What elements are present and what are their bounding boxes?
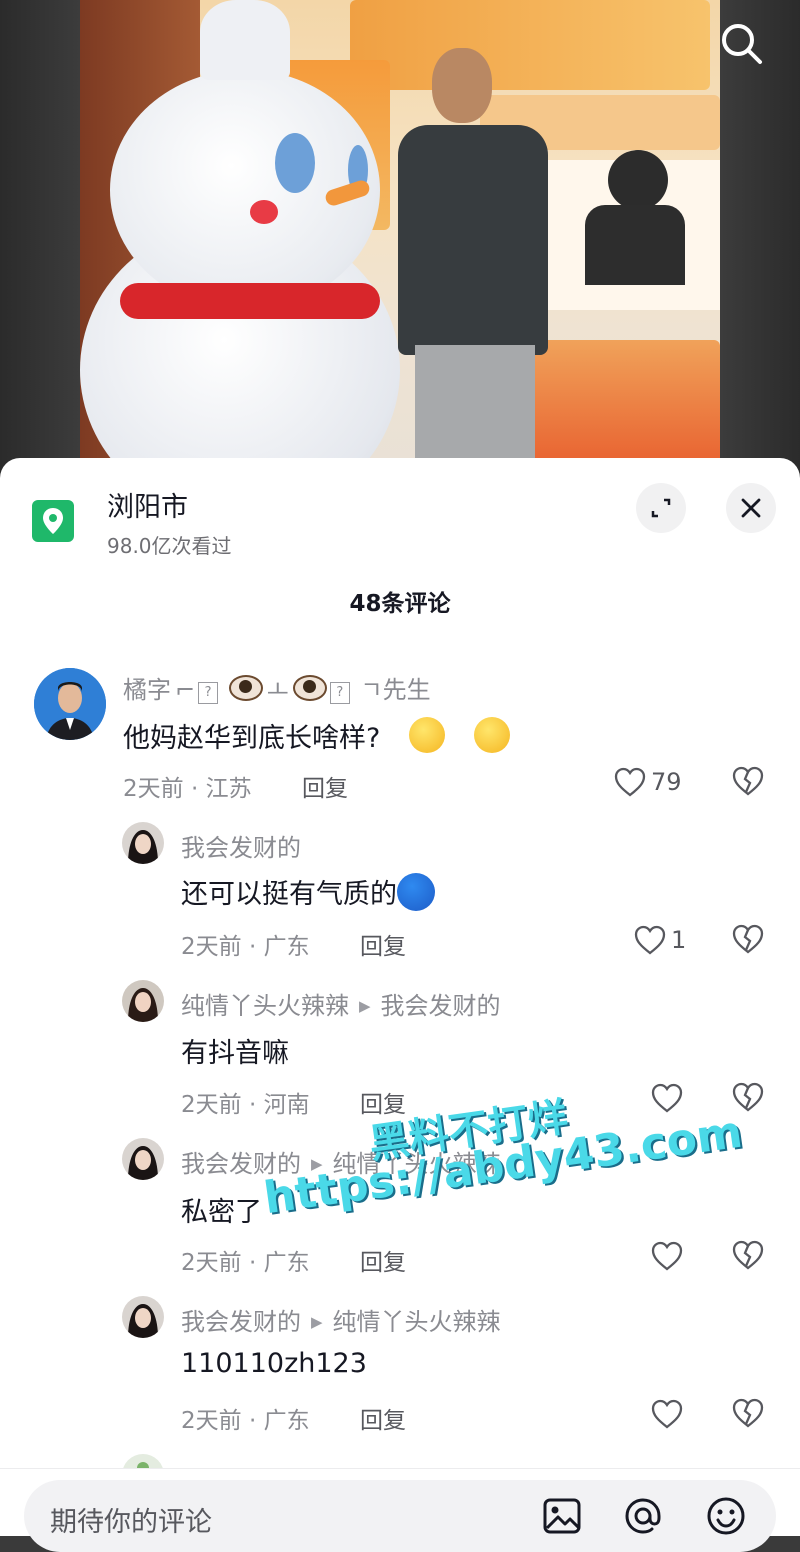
- search-icon: [722, 24, 762, 64]
- like-button[interactable]: [650, 1078, 684, 1118]
- broken-heart-icon: [732, 924, 764, 954]
- reply-author: 纯情丫头火辣辣: [181, 992, 349, 1020]
- comment-text: 他妈赵华到底长啥样?: [123, 716, 510, 755]
- snowman-cheek: [250, 200, 278, 224]
- eye-emoji-icon: [228, 675, 263, 701]
- reply-arrow-icon: ▶: [359, 997, 371, 1015]
- heart-icon: [651, 1399, 683, 1429]
- comment-text: 还可以挺有气质的: [181, 872, 435, 911]
- avatar[interactable]: [122, 822, 164, 864]
- expand-icon: [651, 498, 671, 518]
- heart-icon: [614, 767, 646, 797]
- avatar-photo: [122, 980, 164, 1022]
- comment-body: 他妈赵华到底长啥样?: [123, 723, 381, 754]
- comment-meta: 2天前 · 广东: [181, 934, 310, 960]
- avatar-photo: [122, 1296, 164, 1338]
- reply-target: 我会发财的: [380, 992, 501, 1020]
- video-background: [0, 0, 800, 480]
- close-icon: [741, 498, 761, 518]
- reply-button[interactable]: 回复: [360, 1243, 406, 1277]
- location-pin-icon: [43, 508, 63, 534]
- emoji-button[interactable]: [704, 1494, 748, 1538]
- at-icon: [625, 1498, 661, 1534]
- unknown-glyph: ?: [329, 682, 350, 704]
- snowman-antler: [200, 0, 290, 80]
- close-button[interactable]: [726, 483, 776, 533]
- eye-emoji-icon: [292, 675, 327, 701]
- unknown-glyph: ?: [198, 682, 219, 704]
- comment-username[interactable]: 橘字 ⌐? ㅗ? ㄱ先生: [123, 670, 431, 705]
- image-icon: [543, 1498, 581, 1534]
- search-button[interactable]: [716, 18, 768, 70]
- heart-icon: [651, 1083, 683, 1113]
- avatar[interactable]: [122, 1138, 164, 1180]
- reply-target: 纯情丫头火辣辣: [332, 1308, 501, 1336]
- shop-worker-head: [608, 150, 668, 210]
- shop-worker-body: [585, 205, 685, 285]
- emoji-icon: [707, 1497, 745, 1535]
- image-button[interactable]: [540, 1494, 584, 1538]
- drink-poster: [520, 340, 720, 470]
- dislike-button[interactable]: [731, 1397, 765, 1433]
- smirk-emoji-icon: [473, 717, 510, 753]
- person-torso: [398, 125, 548, 355]
- shop-poster: [350, 0, 710, 90]
- location-name[interactable]: 浏阳市: [107, 485, 188, 524]
- avatar-photo: [122, 822, 164, 864]
- box-glyph: ㄱ: [360, 676, 383, 704]
- comment-count: 48条评论: [349, 591, 451, 617]
- expand-button[interactable]: [636, 483, 686, 533]
- like-button[interactable]: 79: [613, 762, 682, 802]
- avatar[interactable]: [34, 668, 106, 740]
- avatar[interactable]: [122, 1296, 164, 1338]
- comment-meta: 2天前 · 江苏: [123, 776, 252, 802]
- like-button[interactable]: [650, 1394, 684, 1434]
- box-glyph: ⌐: [175, 676, 196, 704]
- snowman-scarf: [120, 283, 380, 319]
- comment-text: 110110zh123: [181, 1348, 367, 1379]
- dislike-button[interactable]: [731, 765, 765, 801]
- comment-body: 还可以挺有气质的: [181, 879, 397, 910]
- avatar-photo: [34, 668, 106, 740]
- grin-emoji-icon: [408, 717, 445, 753]
- mention-button[interactable]: [621, 1494, 665, 1538]
- avatar[interactable]: [122, 980, 164, 1022]
- comment-input-placeholder[interactable]: 期待你的评论: [50, 1500, 212, 1539]
- comment-username[interactable]: 我会发财的: [181, 828, 301, 863]
- reply-button[interactable]: 回复: [302, 769, 348, 803]
- reply-button[interactable]: 回复: [360, 1401, 406, 1435]
- person-head: [432, 48, 492, 123]
- like-count: 79: [651, 768, 682, 796]
- reply-author: 我会发财的: [181, 1308, 301, 1336]
- like-count: 1: [671, 926, 687, 954]
- snowman-eye: [275, 133, 315, 193]
- location-badge[interactable]: [32, 500, 74, 542]
- broken-heart-icon: [732, 1240, 764, 1270]
- comment-meta: 2天前 · 广东: [181, 1250, 310, 1276]
- cold-face-emoji-icon: [397, 873, 435, 911]
- dislike-button[interactable]: [731, 1239, 765, 1275]
- video-photo[interactable]: [80, 0, 720, 470]
- heart-icon: [634, 925, 666, 955]
- broken-heart-icon: [732, 1398, 764, 1428]
- comment-text: 私密了: [181, 1197, 262, 1228]
- comment-text: 有抖音嘛: [181, 1038, 289, 1069]
- reply-arrow-icon: ▶: [311, 1313, 323, 1331]
- avatar-photo: [122, 1138, 164, 1180]
- username-part: 先生: [382, 676, 431, 704]
- emoji-mouth: ㅗ: [266, 676, 289, 704]
- like-button[interactable]: [650, 1236, 684, 1276]
- username-part: 橘字: [123, 676, 171, 704]
- comment-meta: 2天前 · 河南: [181, 1092, 310, 1118]
- like-button[interactable]: 1: [633, 920, 686, 960]
- reply-button[interactable]: 回复: [360, 927, 406, 961]
- comment-username[interactable]: 我会发财的 ▶ 纯情丫头火辣辣: [181, 1302, 501, 1337]
- comment-meta: 2天前 · 广东: [181, 1408, 310, 1434]
- person-legs: [415, 345, 535, 470]
- dislike-button[interactable]: [731, 923, 765, 959]
- heart-icon: [651, 1241, 683, 1271]
- comment-username[interactable]: 纯情丫头火辣辣 ▶ 我会发财的: [181, 986, 501, 1021]
- broken-heart-icon: [732, 766, 764, 796]
- location-views: 98.0亿次看过: [107, 534, 232, 558]
